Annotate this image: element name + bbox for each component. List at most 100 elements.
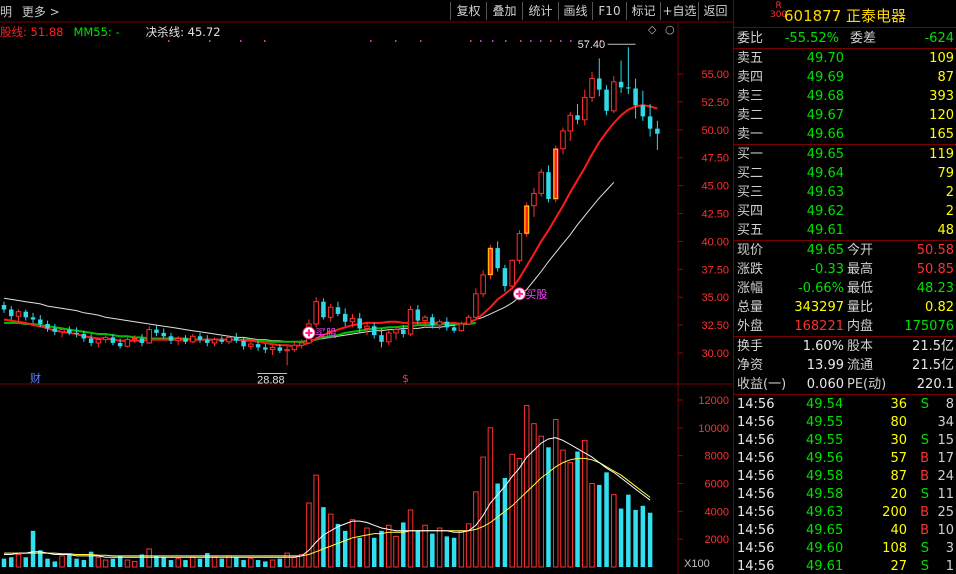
stat-row: 外盘 168221 内盘 175076 bbox=[734, 317, 956, 336]
volume-tick-label: 2000 bbox=[705, 534, 729, 546]
tick-row: 14:56 49.61 27 S 1 bbox=[734, 558, 956, 574]
ask-volume: 87 bbox=[937, 70, 954, 85]
info-value: 1.60% bbox=[802, 339, 844, 354]
candle-body bbox=[102, 336, 109, 341]
ask-label: 卖一 bbox=[737, 127, 764, 142]
volume-bar bbox=[102, 559, 109, 568]
candle-body bbox=[589, 77, 595, 98]
candle-body bbox=[546, 172, 551, 199]
ask-price: 49.67 bbox=[806, 108, 844, 123]
candle-body bbox=[30, 317, 36, 320]
signal-dot bbox=[470, 40, 472, 42]
tick-price: 49.55 bbox=[806, 415, 844, 430]
candle-body bbox=[357, 318, 362, 329]
candle-body bbox=[1, 305, 7, 310]
candle-body bbox=[23, 311, 29, 318]
f10-button[interactable]: F10 bbox=[592, 2, 626, 20]
finance-marker: 财 bbox=[30, 371, 41, 385]
candle-body bbox=[9, 309, 14, 317]
volume-bar bbox=[313, 474, 319, 568]
volume-bar bbox=[255, 560, 261, 567]
bid-volume: 2 bbox=[945, 185, 954, 200]
tick-count: 25 bbox=[937, 505, 954, 520]
stat-row: 总量 343297 量比 0.82 bbox=[734, 298, 956, 317]
candle-body bbox=[626, 87, 631, 89]
statistics-button[interactable]: 统计 bbox=[522, 2, 558, 20]
volume-bar bbox=[175, 558, 181, 568]
volume-bar bbox=[146, 548, 152, 568]
candle-body bbox=[407, 308, 414, 335]
back-button[interactable]: 返回 bbox=[698, 2, 732, 20]
candle-body bbox=[415, 309, 421, 321]
candle-body bbox=[647, 116, 653, 129]
candle-body bbox=[110, 337, 116, 343]
volume-bar bbox=[241, 560, 246, 567]
draw-line-button[interactable]: 画线 bbox=[558, 2, 592, 20]
info-value: 13.99 bbox=[806, 358, 844, 373]
candle-body bbox=[349, 317, 356, 323]
candle-body bbox=[38, 319, 43, 324]
tick-volume: 30 bbox=[890, 433, 907, 448]
more-menu[interactable]: 更多 > bbox=[22, 5, 60, 19]
buy-marker-label: 买股 bbox=[315, 327, 337, 340]
tick-row: 14:56 49.60 108 S 3 bbox=[734, 540, 956, 558]
candle-body bbox=[88, 338, 94, 343]
add-watchlist-button[interactable]: +自选 bbox=[660, 2, 698, 20]
signal-dot bbox=[505, 40, 507, 42]
volume-bar bbox=[552, 418, 559, 568]
price-tick-label: 30.00 bbox=[701, 348, 729, 360]
volume-bar bbox=[604, 472, 609, 567]
weibi-row: 委比 -55.52% 委差 -624 bbox=[734, 29, 956, 48]
candle-body bbox=[146, 329, 152, 344]
stat-label: 现价 bbox=[737, 243, 764, 258]
volume-bar bbox=[401, 522, 406, 567]
volume-bar bbox=[422, 524, 428, 568]
candle-body bbox=[219, 339, 225, 342]
bid-price: 49.61 bbox=[806, 223, 844, 238]
volume-bar bbox=[190, 556, 196, 568]
ask-label: 卖五 bbox=[737, 51, 764, 66]
volume-bar bbox=[211, 556, 218, 568]
ask-row: 卖三 49.68 393 bbox=[734, 87, 956, 106]
kline-chart[interactable]: 55.00 52.50 50.00 47.50 45.00 42.50 40.00 37.50… bbox=[0, 0, 733, 574]
bid-volume: 48 bbox=[937, 223, 954, 238]
info-row: 净资 13.99 流通 21.5亿 bbox=[734, 356, 956, 375]
tick-count: 8 bbox=[945, 397, 954, 412]
period-label[interactable]: 明 bbox=[0, 5, 12, 19]
candle-body bbox=[465, 316, 472, 325]
candle-body bbox=[15, 311, 22, 317]
bid-price: 49.65 bbox=[806, 147, 844, 162]
low-label: 28.88 bbox=[257, 374, 285, 386]
diamond-icon[interactable]: ◇ bbox=[648, 23, 656, 36]
volume-bar bbox=[538, 435, 544, 568]
volume-bar bbox=[263, 561, 268, 567]
volume-tick-label: 4000 bbox=[705, 506, 729, 518]
stat-label: 涨跌 bbox=[737, 262, 764, 277]
restore-rights-button[interactable]: 复权 bbox=[450, 2, 486, 20]
overlay-button[interactable]: 叠加 bbox=[486, 2, 522, 20]
stat-label: 最低 bbox=[847, 281, 874, 296]
candle-body bbox=[473, 293, 479, 318]
info-row: 收益(一) 0.060 PE(动) 220.1 bbox=[734, 375, 956, 394]
tick-side: B bbox=[920, 505, 929, 520]
volume-bar bbox=[269, 559, 276, 568]
candle-body bbox=[321, 301, 326, 318]
limit-up-candle-inner bbox=[554, 149, 557, 198]
tick-side: B bbox=[920, 523, 929, 538]
weicha-value: -624 bbox=[924, 31, 954, 46]
tick-side: S bbox=[920, 541, 929, 556]
info-row: 换手 1.60% 股本 21.5亿 bbox=[734, 337, 956, 356]
tick-side: S bbox=[920, 397, 929, 412]
price-tick-label: 32.50 bbox=[701, 320, 729, 332]
indicator-legend: 股线: 51.88 MM55: - 决杀线: 45.72 ◇ ○ bbox=[0, 23, 675, 40]
bid-label: 买二 bbox=[737, 166, 764, 181]
candle-body bbox=[154, 329, 159, 333]
signal-dot bbox=[240, 40, 242, 42]
mark-button[interactable]: 标记 bbox=[626, 2, 660, 20]
ask-price: 49.69 bbox=[806, 70, 844, 85]
circle-icon[interactable]: ○ bbox=[665, 23, 675, 36]
volume-bar bbox=[582, 439, 588, 568]
tick-count: 24 bbox=[937, 469, 954, 484]
volume-bar bbox=[59, 555, 65, 568]
weibi-label: 委比 bbox=[737, 31, 764, 46]
